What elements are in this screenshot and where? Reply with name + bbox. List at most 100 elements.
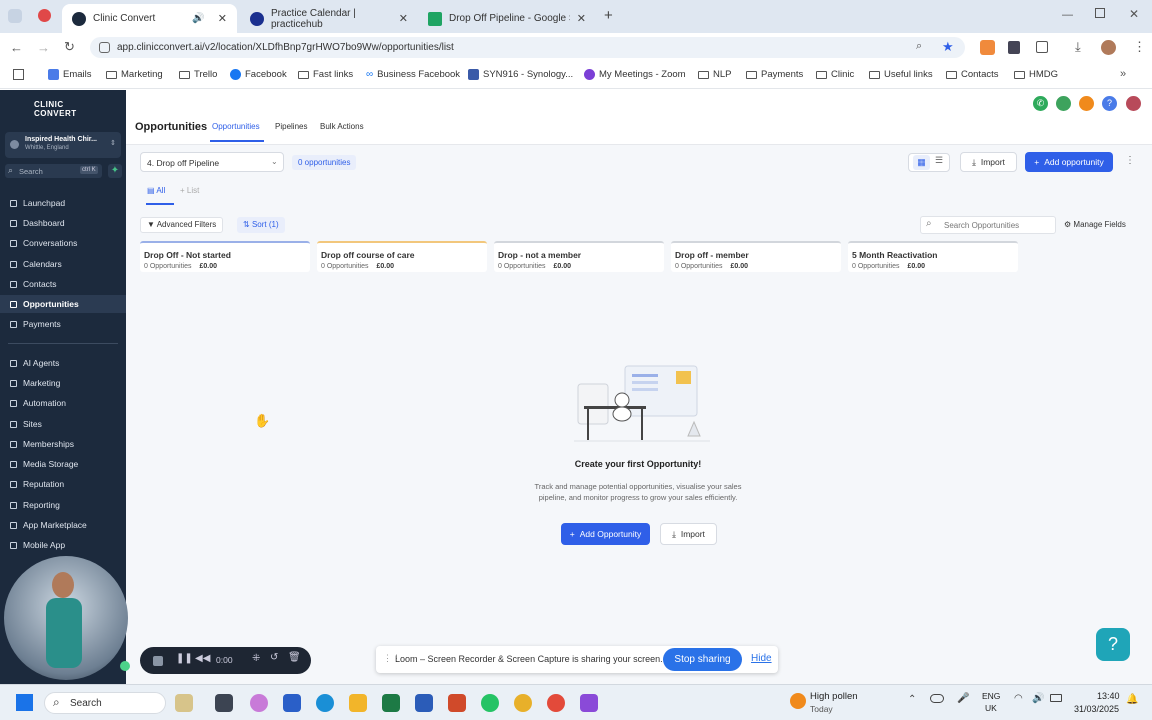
sidebar-item-app-marketplace[interactable]: App Marketplace bbox=[10, 520, 87, 530]
task-view-icon[interactable] bbox=[215, 694, 233, 712]
megaphone-icon[interactable] bbox=[1056, 96, 1071, 111]
bookmark-synology[interactable]: SYN916 - Synology... bbox=[468, 69, 573, 80]
bookmark-zoom[interactable]: My Meetings - Zoom bbox=[584, 69, 686, 80]
whatsapp-icon[interactable] bbox=[481, 694, 499, 712]
hide-button[interactable]: Hide bbox=[751, 653, 772, 664]
tab-drop-off-pipeline[interactable]: Drop Off Pipeline - Google She ✕ bbox=[418, 4, 596, 33]
tab-bulk-actions[interactable]: Bulk Actions bbox=[320, 122, 364, 131]
word-icon[interactable] bbox=[415, 694, 433, 712]
webcam-bubble[interactable] bbox=[4, 556, 128, 680]
sidebar-item-payments[interactable]: Payments bbox=[10, 319, 61, 329]
stage-column[interactable]: Drop - not a member 0 Opportunities £0.00 bbox=[494, 241, 664, 272]
tray-chevron-icon[interactable]: ⌃ bbox=[908, 694, 916, 705]
restart-icon[interactable]: ↺ bbox=[270, 652, 278, 663]
more-bookmarks-icon[interactable]: » bbox=[1120, 68, 1126, 80]
copilot-icon[interactable] bbox=[250, 694, 268, 712]
bookmark-contacts[interactable]: Contacts bbox=[946, 69, 999, 80]
store-icon[interactable] bbox=[283, 694, 301, 712]
chrome-profile-icon[interactable] bbox=[547, 694, 565, 712]
bookmark-marketing[interactable]: Marketing bbox=[106, 69, 163, 80]
notifications-bell-icon[interactable] bbox=[1079, 96, 1094, 111]
quick-action-icon[interactable]: ✦ bbox=[108, 164, 122, 178]
tab-pipelines[interactable]: Pipelines bbox=[275, 122, 307, 131]
sidebar-item-contacts[interactable]: Contacts bbox=[10, 279, 57, 289]
tab-practice-calendar[interactable]: Practice Calendar | practicehub ✕ bbox=[240, 4, 418, 33]
tab-clinic-convert[interactable]: Clinic Convert 🔊 ✕ bbox=[62, 4, 237, 33]
file-explorer-icon[interactable] bbox=[349, 694, 367, 712]
battery-icon[interactable] bbox=[1050, 694, 1062, 702]
slack-icon[interactable] bbox=[580, 694, 598, 712]
microphone-icon[interactable]: 🎤 bbox=[957, 693, 969, 704]
pause-icon[interactable]: ❚❚ bbox=[176, 653, 193, 664]
sidebar-item-reporting[interactable]: Reporting bbox=[10, 500, 60, 510]
sidebar-item-launchpad[interactable]: Launchpad bbox=[10, 198, 65, 208]
volume-icon[interactable]: 🔊 bbox=[1032, 693, 1044, 704]
more-options-icon[interactable]: ⋮ bbox=[1125, 155, 1135, 166]
sidebar-item-sites[interactable]: Sites bbox=[10, 419, 42, 429]
clock-time[interactable]: 13:40 bbox=[1097, 691, 1120, 701]
rewind-icon[interactable]: ◀◀ bbox=[195, 653, 210, 664]
tab-search-icon[interactable] bbox=[8, 9, 22, 23]
sidebar-item-media-storage[interactable]: Media Storage bbox=[10, 459, 78, 469]
sidebar-item-conversations[interactable]: Conversations bbox=[10, 238, 77, 248]
stop-sharing-button[interactable]: Stop sharing bbox=[663, 648, 742, 671]
clinic-convert-logo[interactable]: CLINIC CONVERT bbox=[34, 100, 94, 118]
stage-column[interactable]: Drop off - member 0 Opportunities £0.00 bbox=[671, 241, 841, 272]
close-window-icon[interactable]: ✕ bbox=[1129, 7, 1139, 21]
manage-fields-button[interactable]: ⚙ Manage Fields bbox=[1064, 220, 1126, 229]
sort-button[interactable]: ⇅ Sort (1) bbox=[237, 217, 285, 233]
download-icon[interactable]: ⤓ bbox=[1075, 39, 1081, 55]
language-label[interactable]: ENG bbox=[982, 691, 1000, 701]
tab-opportunities[interactable]: Opportunities bbox=[212, 122, 260, 131]
bookmark-hmdg[interactable]: HMDG bbox=[1014, 69, 1058, 80]
view-tab-all[interactable]: ▤ All bbox=[147, 186, 165, 195]
add-list-tab[interactable]: + List bbox=[180, 186, 199, 195]
new-tab-button[interactable]: + bbox=[604, 7, 613, 24]
bookmark-nlp[interactable]: NLP bbox=[698, 69, 731, 80]
import-empty-button[interactable]: ⤓ Import bbox=[660, 523, 717, 545]
sidebar-item-dashboard[interactable]: Dashboard bbox=[10, 218, 65, 228]
sidebar-item-calendars[interactable]: Calendars bbox=[10, 259, 62, 269]
back-icon[interactable]: ← bbox=[10, 40, 23, 55]
bookmark-trello[interactable]: Trello bbox=[179, 69, 217, 80]
url-bar[interactable]: app.clinicconvert.ai/v2/location/XLDfhBn… bbox=[90, 37, 965, 58]
windows-start-icon[interactable] bbox=[16, 694, 33, 711]
list-view-icon[interactable]: ☰ bbox=[935, 155, 943, 166]
chrome-icon[interactable] bbox=[514, 694, 532, 712]
excel-icon[interactable] bbox=[382, 694, 400, 712]
extension-icon[interactable] bbox=[980, 40, 995, 55]
sidebar-item-mobile-app[interactable]: Mobile App bbox=[10, 540, 65, 550]
bookmark-star-icon[interactable]: ★ bbox=[942, 39, 954, 55]
sidebar-item-automation[interactable]: Automation bbox=[10, 398, 66, 408]
help-icon[interactable]: ? bbox=[1102, 96, 1117, 111]
stage-column[interactable]: Drop off course of care 0 Opportunities £0… bbox=[317, 241, 487, 272]
taskbar-widget-icon[interactable] bbox=[175, 694, 193, 712]
delete-icon[interactable]: 🗑 bbox=[288, 652, 301, 663]
apps-grid-icon[interactable] bbox=[13, 69, 24, 80]
phone-icon[interactable]: ✆ bbox=[1033, 96, 1048, 111]
stop-recording-icon[interactable] bbox=[153, 656, 163, 666]
powerpoint-icon[interactable] bbox=[448, 694, 466, 712]
bookmark-facebook[interactable]: Facebook bbox=[230, 69, 287, 80]
bookmark-useful-links[interactable]: Useful links bbox=[869, 69, 933, 80]
stage-column[interactable]: Drop Off - Not started 0 Opportunities £0.… bbox=[140, 241, 310, 272]
close-tab-icon[interactable]: ✕ bbox=[218, 12, 227, 25]
add-opportunity-button[interactable]: + Add opportunity bbox=[1025, 152, 1113, 172]
sidebar-item-ai-agents[interactable]: AI Agents bbox=[10, 358, 59, 368]
notification-icon[interactable]: 🔔 bbox=[1126, 694, 1138, 705]
browser-menu-icon[interactable]: ⋮ bbox=[1133, 39, 1146, 55]
sidebar-item-memberships[interactable]: Memberships bbox=[10, 439, 74, 449]
edge-icon[interactable] bbox=[316, 694, 334, 712]
sidebar-item-reputation[interactable]: Reputation bbox=[10, 479, 64, 489]
close-tab-icon[interactable]: ✕ bbox=[399, 12, 408, 25]
recording-icon[interactable] bbox=[38, 9, 51, 22]
reload-icon[interactable]: ↻ bbox=[64, 39, 75, 55]
bookmark-payments[interactable]: Payments bbox=[746, 69, 803, 80]
onedrive-icon[interactable] bbox=[930, 694, 944, 703]
bookmark-business-facebook[interactable]: ∞ Business Facebook bbox=[366, 69, 460, 80]
taskbar-search[interactable]: ⌕ Search bbox=[44, 692, 166, 714]
zoom-icon[interactable]: ⌕ bbox=[916, 40, 922, 53]
user-avatar[interactable] bbox=[1126, 96, 1141, 111]
extension-icon[interactable] bbox=[1008, 41, 1020, 54]
restore-icon[interactable] bbox=[1095, 8, 1105, 18]
